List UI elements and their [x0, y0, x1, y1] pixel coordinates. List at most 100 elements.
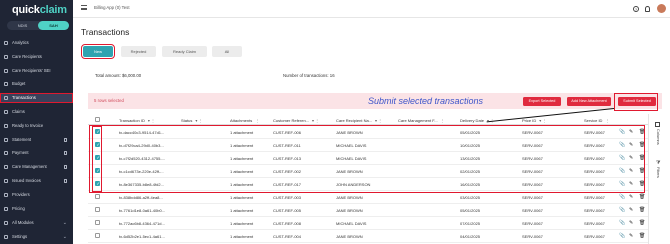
sidebar-item-providers[interactable]: Providers [0, 190, 73, 200]
tab-ready-claim[interactable]: Ready Claim [162, 46, 207, 57]
service-id-cell: SERV-0067 [584, 221, 605, 226]
service-id-cell: SERV-0067 [584, 195, 605, 200]
sidebar-item-ready-to-invoice[interactable]: Ready to Invoice [0, 121, 73, 131]
delete-icon[interactable]: 🗑 [639, 194, 645, 200]
row-checkbox[interactable] [95, 233, 100, 238]
toggle-sah[interactable]: SAH [38, 21, 69, 30]
nav-icon [4, 165, 8, 169]
transaction-id: tx-772ac6b8-4364-471d... [119, 221, 165, 226]
nav-icon [4, 96, 8, 100]
nav-icon [4, 151, 8, 155]
sidebar-item-label: Care Recipients' SEI [12, 68, 51, 73]
edit-icon[interactable]: ✎ [629, 207, 633, 213]
customer-reference-cell: CUST-REF-008 [273, 221, 302, 226]
col-service-id[interactable]: Service ID ⋮ [584, 118, 609, 123]
sidebar-item-pricing[interactable]: Pricing [0, 204, 73, 214]
app-root: quickclaim NDIS SAH Analytics Care Recipi… [0, 0, 670, 244]
submit-highlight-box [614, 93, 658, 111]
export-selected-button[interactable]: Export Selected [523, 97, 561, 106]
tab-all[interactable]: All [212, 46, 242, 57]
nav-icon [4, 82, 8, 86]
sidebar-item-label: Pricing [12, 206, 25, 211]
customer-reference-cell: CUST-REF-003 [273, 195, 302, 200]
col-status[interactable]: Status ▾ ⋮ [181, 118, 202, 123]
nav-icon [4, 179, 8, 183]
top-bar: Billing App (0) Test ? [73, 0, 670, 18]
transaction-id: tx-838bdd86-a2ff-4ea8... [119, 195, 163, 200]
table-row[interactable]: tx-7761d1e8-0a61-40b0... 1 attachment CUST… [88, 204, 648, 217]
logo: quickclaim [12, 4, 67, 16]
columns-toggle[interactable]: Columns [656, 129, 661, 145]
edit-icon[interactable]: ✎ [629, 194, 633, 200]
chevron-down-icon: ⌄ [62, 234, 67, 240]
col-delivery-date[interactable]: Delivery Date ▾ ⋮ [460, 118, 494, 123]
lock-icon [64, 165, 67, 169]
row-checkbox[interactable] [95, 220, 100, 225]
select-all-checkbox[interactable] [95, 117, 100, 122]
sidebar-item-label: Ready to Invoice [12, 123, 44, 128]
delivery-date-cell: 05/01/2025 [460, 208, 481, 213]
delivery-date-cell: 07/01/2025 [460, 221, 481, 226]
attachments-cell: 1 attachment [230, 234, 254, 239]
sidebar-item-all-modules[interactable]: All Modules ⌄ [0, 218, 73, 228]
edit-icon[interactable]: ✎ [629, 233, 633, 239]
app-title: Billing App (0) Test [94, 5, 130, 10]
sidebar-item-label: Providers [12, 192, 30, 197]
col-attachments[interactable]: Attachments ⋮ [230, 118, 259, 123]
sidebar-item-care-recipients-sei[interactable]: Care Recipients' SEI [0, 66, 73, 76]
transaction-id: tx-7761d1e8-0a61-40b0... [119, 208, 166, 213]
care-recipient-cell: JANE BROWN [336, 234, 363, 239]
delete-icon[interactable]: 🗑 [639, 233, 645, 239]
attachment-icon[interactable]: 📎 [619, 194, 625, 200]
sidebar-item-payment[interactable]: Payment [0, 148, 73, 158]
toggle-ndis[interactable]: NDIS [7, 21, 38, 30]
avatar[interactable] [657, 4, 666, 13]
sidebar: quickclaim NDIS SAH Analytics Care Recipi… [0, 0, 73, 244]
row-checkbox[interactable] [95, 207, 100, 212]
attachments-cell: 1 attachment [230, 208, 254, 213]
bell-icon[interactable] [645, 6, 650, 12]
sidebar-item-care-management[interactable]: Care Management [0, 162, 73, 172]
col-care-management[interactable]: Care Management F... ⋮ [398, 118, 445, 123]
add-attachment-button[interactable]: Add New Attachment [567, 97, 611, 106]
customer-reference-cell: CUST-REF-005 [273, 208, 302, 213]
sidebar-item-label: Payment [12, 150, 29, 155]
col-customer-reference[interactable]: Customer Referen... ▾ ⋮ [273, 118, 319, 123]
col-transaction-id[interactable]: Transaction ID ▾ ⋮ [119, 118, 155, 123]
col-care-recipient[interactable]: Care Recipient Na... ▾ ⋮ [336, 118, 382, 123]
sidebar-item-statement[interactable]: Statement [0, 135, 73, 145]
program-toggle[interactable]: NDIS SAH [7, 21, 69, 30]
page-title: Transactions [81, 27, 130, 37]
filter-icon[interactable]: ⧩ [656, 160, 660, 166]
side-panel: Columns ⧩ Filters [648, 114, 670, 244]
sidebar-item-transactions[interactable]: Transactions [0, 93, 73, 103]
transactions-count: Number of transactions: 16 [283, 73, 335, 78]
delete-icon[interactable]: 🗑 [639, 207, 645, 213]
sidebar-item-budget[interactable]: Budget [0, 79, 73, 89]
sidebar-item-care-recipients[interactable]: Care Recipients [0, 52, 73, 62]
menu-icon[interactable] [81, 5, 87, 10]
tab-rejected[interactable]: Rejected [121, 46, 156, 57]
col-price-id[interactable]: Price ID ▾ ⋮ [522, 118, 546, 123]
row-checkbox[interactable] [95, 194, 100, 199]
sidebar-item-settings[interactable]: Settings ⌄ [0, 232, 73, 242]
table-row[interactable]: tx-772ac6b8-4364-471d... 1 attachment CUST… [88, 217, 648, 230]
table-row[interactable]: tx-6d52b2e1-5ec1-4a61... 1 attachment CUST… [88, 230, 648, 243]
care-recipient-cell: MICHAEL DAVIS [336, 221, 367, 226]
attachment-icon[interactable]: 📎 [619, 207, 625, 213]
columns-icon[interactable] [655, 122, 660, 127]
edit-icon[interactable]: ✎ [629, 220, 633, 226]
selection-bar: 5 rows selected Submit selected transact… [88, 93, 662, 109]
help-icon[interactable]: ? [633, 6, 639, 12]
sidebar-item-issued-invoices[interactable]: Issued Invoices [0, 176, 73, 186]
sidebar-item-analytics[interactable]: Analytics [0, 38, 73, 48]
selected-rows-highlight [89, 125, 645, 193]
selected-count: 5 rows selected [94, 98, 124, 103]
tab-new[interactable]: New [81, 44, 115, 59]
filters-toggle[interactable]: Filters [656, 167, 661, 178]
nav-icon [4, 221, 8, 225]
attachment-icon[interactable]: 📎 [619, 233, 625, 239]
attachment-icon[interactable]: 📎 [619, 220, 625, 226]
sidebar-item-claims[interactable]: Claims [0, 107, 73, 117]
delete-icon[interactable]: 🗑 [639, 220, 645, 226]
